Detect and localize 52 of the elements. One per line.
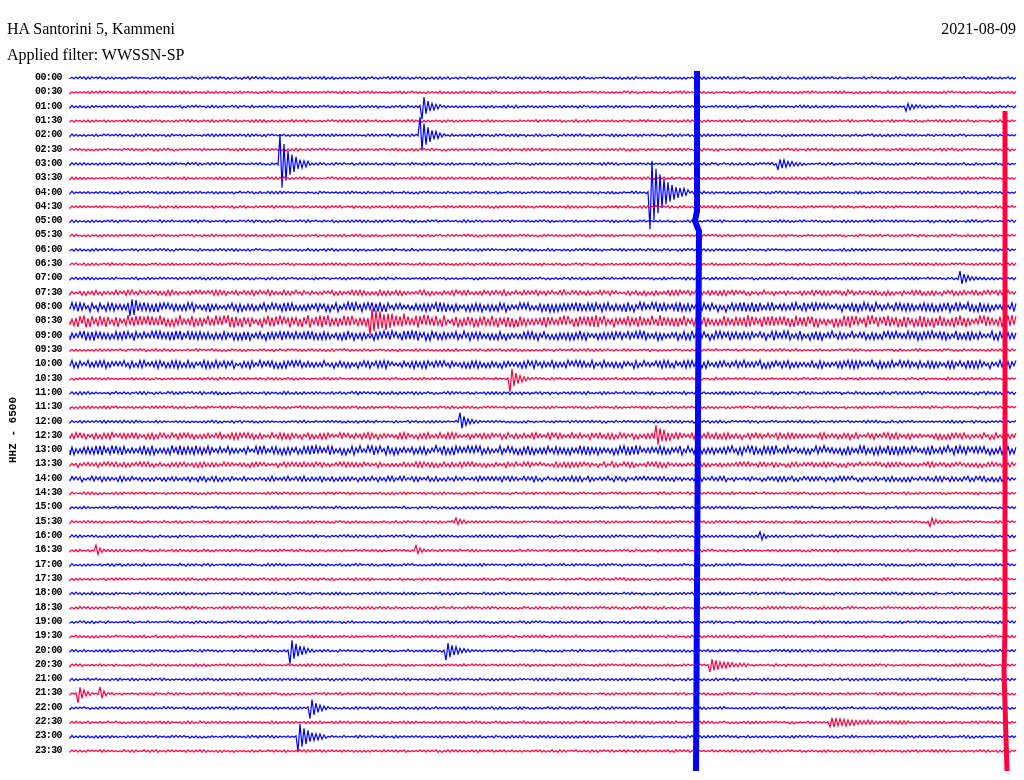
time-label: 11:30 — [35, 400, 62, 415]
time-label: 12:00 — [35, 414, 62, 429]
time-label: 22:00 — [35, 700, 62, 715]
time-label: 21:30 — [35, 686, 62, 701]
time-label: 17:30 — [35, 571, 62, 586]
time-label: 04:00 — [35, 185, 62, 200]
station-title: HA Santorini 5, Kammeni — [7, 20, 175, 38]
time-label: 00:30 — [35, 85, 62, 100]
time-label: 11:00 — [35, 385, 62, 400]
time-label: 07:30 — [35, 285, 62, 300]
time-label: 08:30 — [35, 314, 62, 329]
time-label: 14:00 — [35, 471, 62, 486]
time-label: 23:30 — [35, 743, 62, 758]
time-label: 06:00 — [35, 242, 62, 257]
time-label: 03:00 — [35, 156, 62, 171]
time-label: 00:00 — [35, 71, 62, 85]
time-label: 01:30 — [35, 113, 62, 128]
time-label: 13:30 — [35, 457, 62, 472]
filter-label: Applied filter: WWSSN-SP — [6, 45, 186, 64]
record-date: 2021-08-09 — [941, 20, 1016, 38]
time-label: 21:00 — [35, 672, 62, 687]
time-label: 10:30 — [35, 371, 62, 386]
time-label: 03:30 — [35, 171, 62, 186]
time-label: 15:00 — [35, 500, 62, 515]
time-label: 15:30 — [35, 514, 62, 529]
time-label: 09:00 — [35, 328, 62, 343]
time-label: 19:30 — [35, 629, 62, 644]
time-label: 09:30 — [35, 342, 62, 357]
channel-label: HHZ - 6500 — [7, 396, 19, 463]
time-label: 17:00 — [35, 557, 62, 572]
time-label: 19:00 — [35, 614, 62, 629]
time-label: 02:30 — [35, 142, 62, 157]
time-label: 05:30 — [35, 228, 62, 243]
time-label: 18:30 — [35, 600, 62, 615]
time-label: 01:00 — [35, 99, 62, 114]
time-label: 04:30 — [35, 199, 62, 214]
time-label: 12:30 — [35, 428, 62, 443]
time-label: 07:00 — [35, 271, 62, 286]
time-label: 08:00 — [35, 300, 62, 314]
time-label: 10:00 — [35, 357, 62, 372]
time-label: 13:00 — [35, 443, 62, 458]
time-label: 20:30 — [35, 657, 62, 672]
time-label: 14:30 — [35, 486, 62, 501]
time-label: 02:00 — [35, 128, 62, 143]
time-label: 05:00 — [35, 214, 62, 229]
time-label: 20:00 — [35, 643, 62, 658]
time-label: 16:30 — [35, 543, 62, 558]
time-label: 06:30 — [35, 257, 62, 272]
time-label: 18:00 — [35, 586, 62, 601]
time-label: 23:00 — [35, 729, 62, 744]
time-label: 16:00 — [35, 529, 62, 543]
time-label: 22:30 — [35, 715, 62, 730]
